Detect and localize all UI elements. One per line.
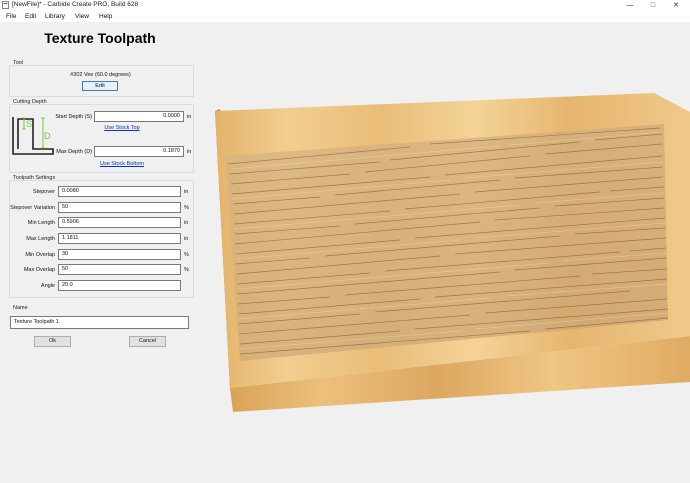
diagram-s-label: S xyxy=(26,119,32,129)
min-overlap-label: Min Overlap xyxy=(25,252,55,258)
max-length-input[interactable]: 1.1811 xyxy=(58,233,181,244)
menu-bar: File Edit Library View Help xyxy=(0,11,690,22)
use-stock-bottom-link[interactable]: Use Stock Bottom xyxy=(94,161,150,167)
max-overlap-label: Max Overlap xyxy=(23,267,55,273)
close-icon[interactable]: ✕ xyxy=(666,0,686,11)
min-overlap-input[interactable]: 30 xyxy=(58,249,181,260)
start-depth-unit: in xyxy=(187,114,192,120)
panel-heading: Texture Toolpath xyxy=(44,30,156,46)
min-length-input[interactable]: 0.5906 xyxy=(58,217,181,228)
max-depth-unit: in xyxy=(187,149,192,155)
ok-button[interactable]: Ok xyxy=(34,336,71,347)
app-icon xyxy=(2,1,9,9)
stepover-variation-unit: % xyxy=(184,205,189,211)
max-length-unit: in xyxy=(184,236,189,242)
menu-edit[interactable]: Edit xyxy=(25,13,36,20)
tool-name: #302 Vee (60.0 degrees) xyxy=(70,72,131,78)
stepover-input[interactable]: 0.0080 xyxy=(58,186,181,197)
cancel-button[interactable]: Cancel xyxy=(129,336,166,347)
carved-texture-area xyxy=(225,124,668,361)
start-depth-label: Start Depth (S) xyxy=(55,114,92,120)
stepover-variation-label: Stepover Variation xyxy=(10,205,55,211)
max-overlap-input[interactable]: 50 xyxy=(58,264,181,275)
name-label: Name xyxy=(13,305,28,311)
edit-tool-button[interactable]: Edit xyxy=(82,81,118,91)
menu-view[interactable]: View xyxy=(75,13,89,20)
min-length-unit: in xyxy=(184,220,189,226)
diagram-d-label: D xyxy=(44,131,51,141)
depth-diagram-icon: S D xyxy=(12,117,54,155)
3d-preview-viewport[interactable] xyxy=(200,22,690,481)
title-bar: [NewFile]* - Carbide Create PRO, Build 6… xyxy=(0,0,690,11)
use-stock-top-link[interactable]: Use Stock Top xyxy=(94,125,150,131)
max-depth-label: Max Depth (D) xyxy=(56,149,92,155)
stepover-unit: in xyxy=(184,189,189,195)
window-title: [NewFile]* - Carbide Create PRO, Build 6… xyxy=(12,1,139,8)
texture-toolpath-panel: Texture Toolpath Tool #302 Vee (60.0 deg… xyxy=(0,22,200,481)
angle-label: Angle xyxy=(40,283,55,289)
min-length-label: Min Length xyxy=(27,220,55,226)
toolpath-name-input[interactable]: Texture Toolpath 1 xyxy=(10,316,189,329)
angle-input[interactable]: 20.0 xyxy=(58,280,181,291)
max-length-label: Max Length xyxy=(26,236,55,242)
stepover-variation-input[interactable]: 50 xyxy=(58,202,181,213)
max-depth-input[interactable]: 0.1870 xyxy=(94,146,184,157)
wood-board-preview xyxy=(215,93,690,412)
start-depth-input[interactable]: 0.0000 xyxy=(94,111,184,122)
max-overlap-unit: % xyxy=(184,267,189,273)
menu-file[interactable]: File xyxy=(6,13,16,20)
menu-library[interactable]: Library xyxy=(45,13,65,20)
maximize-icon[interactable]: □ xyxy=(643,0,663,11)
min-overlap-unit: % xyxy=(184,252,189,258)
menu-help[interactable]: Help xyxy=(99,13,112,20)
minimize-icon[interactable]: — xyxy=(620,0,640,11)
stepover-label: Stepover xyxy=(32,189,55,195)
